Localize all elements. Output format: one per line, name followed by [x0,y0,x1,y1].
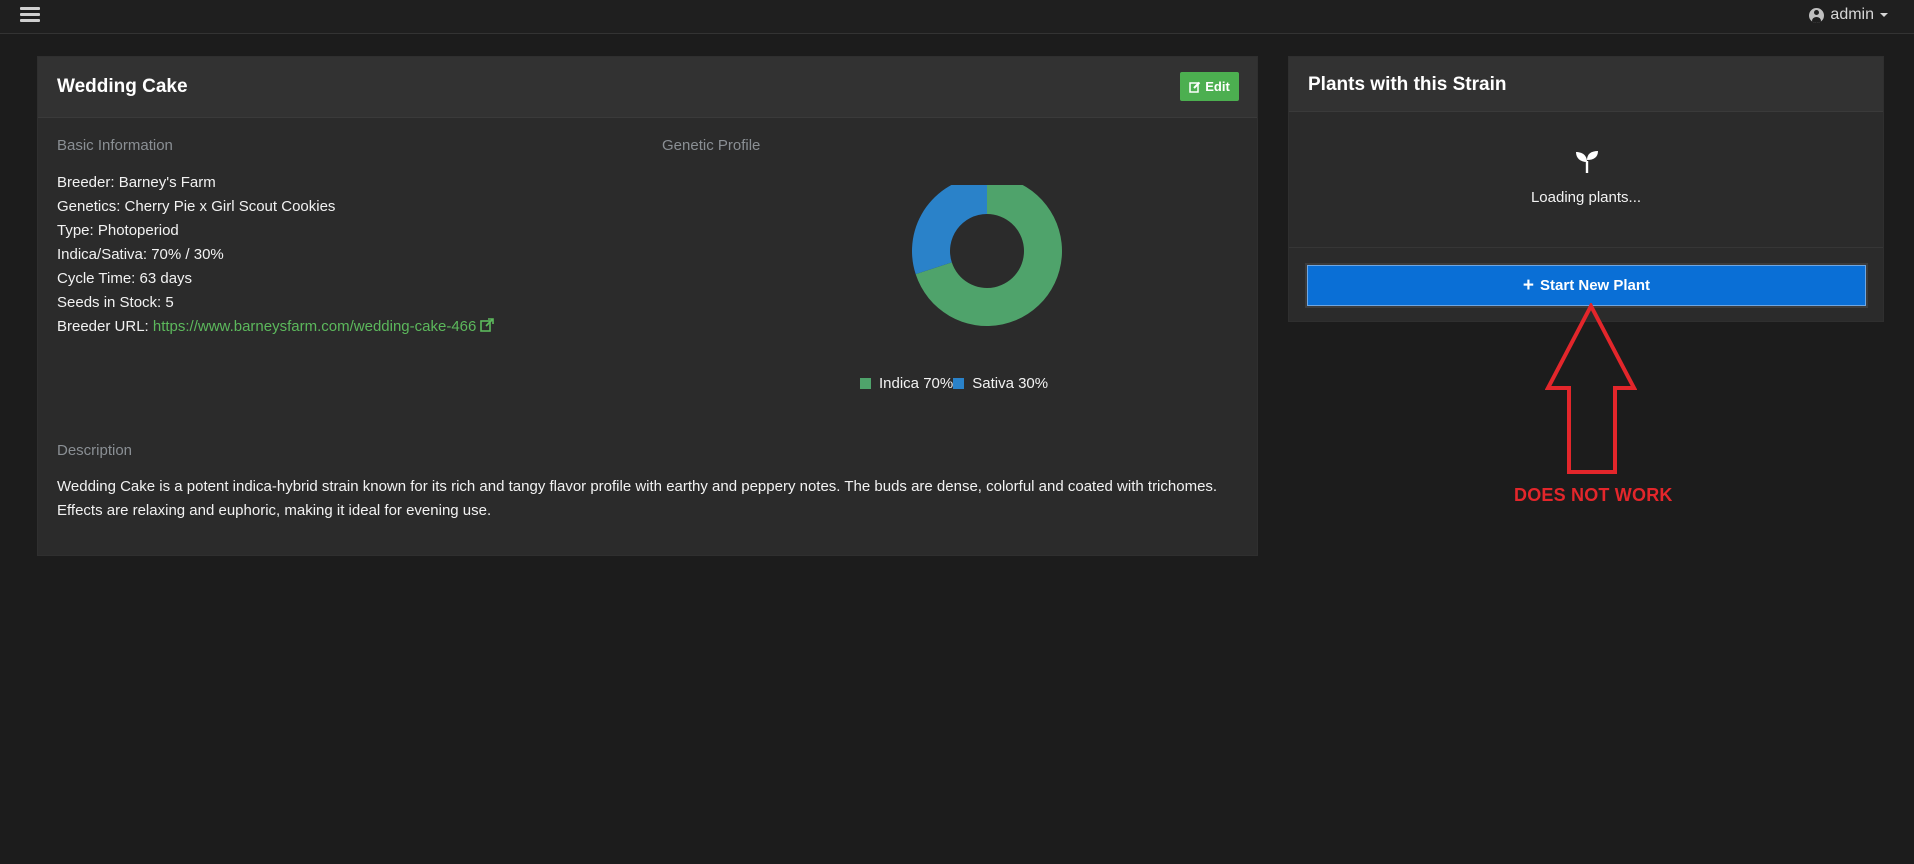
legend-swatch-sativa [953,378,965,389]
caret-down-icon [1880,13,1888,17]
edit-button[interactable]: Edit [1180,72,1239,101]
loading-plants-text: Loading plants... [1530,189,1642,206]
description-text: Wedding Cake is a potent indica-hybrid s… [57,478,1218,519]
genetic-profile-heading: Genetic Profile [662,137,761,154]
legend-label-indica: Indica 70% [879,375,954,392]
donut-chart-svg [912,176,1062,326]
basic-info-heading: Basic Information [57,137,173,154]
does-not-work-annotation: DOES NOT WORK [1514,485,1673,505]
plants-title: Plants with this Strain [1308,74,1507,95]
chart-legend: Indica 70% Sativa 30% [860,375,1048,392]
seeds-stock-text: Seeds in Stock: 5 [57,294,174,311]
plants-list-area [1289,112,1883,248]
breeder-url-link[interactable]: https://www.barneysfarm.com/wedding-cake… [153,318,476,335]
legend-item-indica[interactable]: Indica 70% [860,375,953,392]
plants-card: Plants with this Strain Loading plants..… [1288,56,1884,322]
genetics-text: Genetics: Cherry Pie x Girl Scout Cookie… [57,198,336,215]
user-menu[interactable]: admin [1809,4,1888,26]
breeder-url-row: Breeder URL: https://www.barneysfarm.com… [57,315,495,339]
legend-label-sativa: Sativa 30% [972,375,1049,392]
edit-button-label: Edit [1205,79,1230,94]
seedling-icon [1576,151,1598,173]
description-heading: Description [57,442,133,459]
legend-item-sativa[interactable]: Sativa 30% [953,375,1048,392]
type-text: Type: Photoperiod [57,222,179,239]
basic-info-list: Breeder: Barney's Farm Genetics: Cherry … [57,171,495,339]
hamburger-menu-icon[interactable] [20,5,40,25]
strain-card-header: Wedding Cake Edit [38,57,1257,118]
top-navbar: admin [0,0,1914,34]
strain-details-card: Wedding Cake Edit Basic Information Gene… [37,56,1258,556]
external-link-icon[interactable] [480,318,495,332]
genetic-profile-chart [870,176,1110,345]
start-new-plant-button[interactable]: + Start New Plant [1305,263,1868,308]
donut-slice-sativa[interactable] [912,176,987,275]
cycle-time-text: Cycle Time: 63 days [57,270,193,287]
user-name: admin [1830,6,1874,23]
edit-icon [1189,81,1201,93]
plants-card-header: Plants with this Strain [1289,57,1883,112]
breeder-text: Breeder: Barney's Farm [57,174,216,191]
legend-swatch-indica [860,378,871,389]
user-circle-icon [1809,7,1825,23]
start-new-plant-label: Start New Plant [1540,277,1651,294]
ratio-text: Indica/Sativa: 70% / 30% [57,246,224,263]
plus-icon: + [1522,275,1535,296]
red-arrow-annotation [1545,303,1637,474]
strain-title: Wedding Cake [57,76,188,97]
breeder-url-label: Breeder URL: [57,318,153,335]
